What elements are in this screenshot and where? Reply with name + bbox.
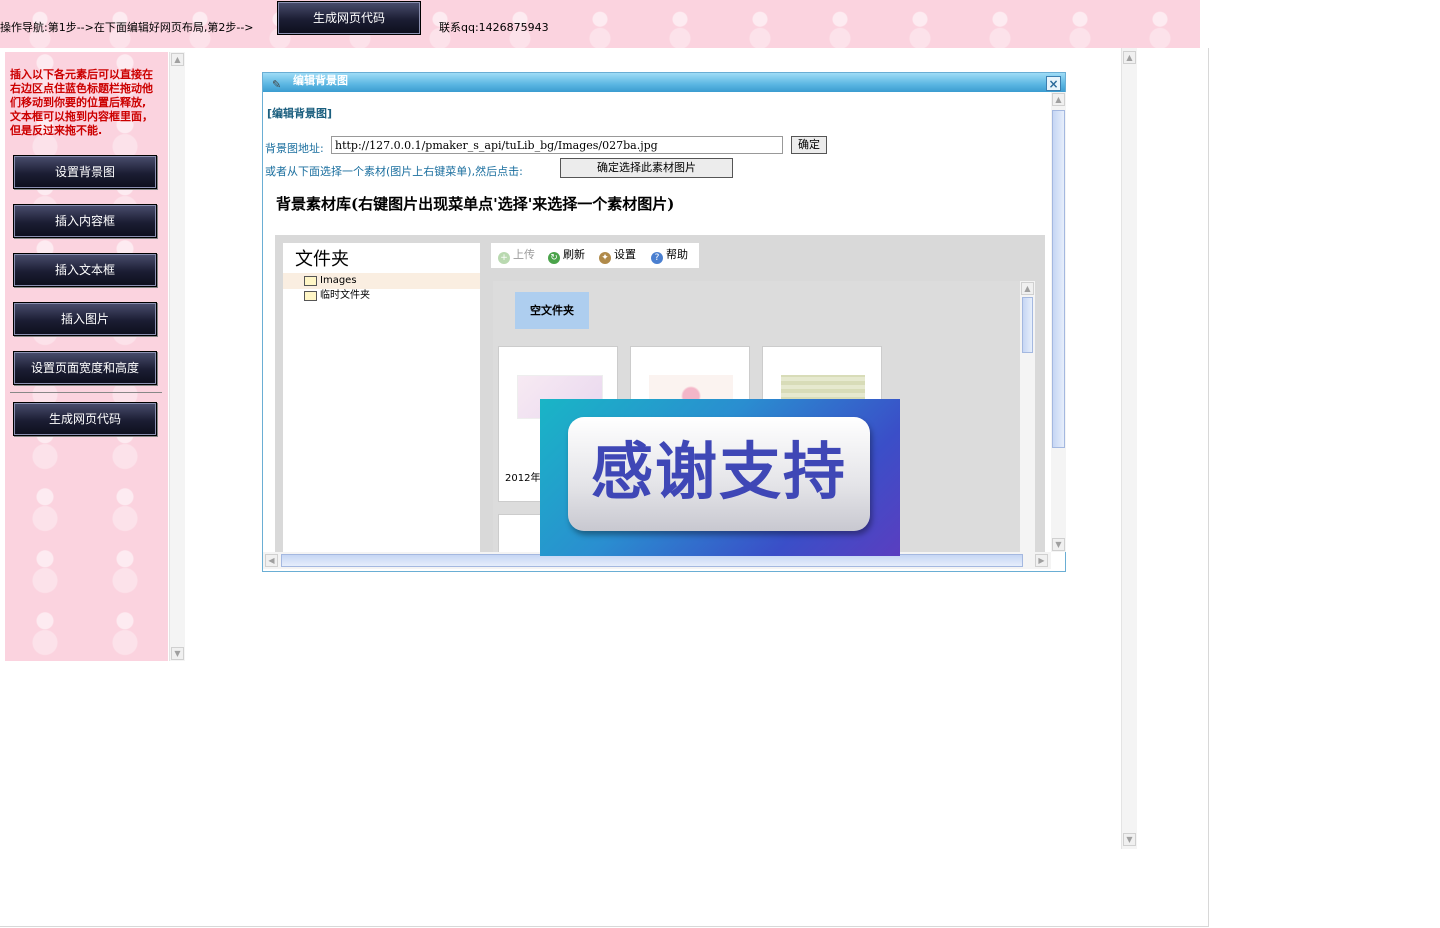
close-icon[interactable]: ×: [1046, 76, 1061, 91]
sidebar-hint: 插入以下各元素后可以直接在右边区点住蓝色标题栏拖动他们移动到你要的位置后释放, …: [10, 68, 153, 137]
insert-image-button[interactable]: 插入图片: [13, 302, 157, 336]
file-manager-toolbar: + 上传 ↻ 刷新 ✦ 设置 ? 帮助: [491, 243, 699, 268]
thumbnail-caption: 2012年: [505, 473, 541, 484]
left-tool-panel: 插入以下各元素后可以直接在右边区点住蓝色标题栏拖动他们移动到你要的位置后释放, …: [5, 52, 168, 661]
left-panel-scrollbar[interactable]: ▲ ▼: [169, 52, 185, 661]
nav-instructions: 操作导航:第1步-->在下面编辑好网页布局,第2步-->: [0, 21, 254, 34]
scroll-up-icon[interactable]: ▲: [1123, 51, 1136, 64]
url-label: 背景图地址:: [265, 142, 324, 155]
folder-label: 临时文件夹: [320, 290, 370, 301]
upload-icon: +: [498, 252, 510, 264]
folder-icon: [304, 291, 317, 301]
folder-tree-title: 文件夹: [295, 249, 349, 270]
confirm-url-button[interactable]: 确定: [791, 136, 827, 154]
scroll-up-icon[interactable]: ▲: [1021, 282, 1034, 295]
set-background-button[interactable]: 设置背景图: [13, 155, 157, 189]
empty-folder-item[interactable]: 空文件夹: [515, 292, 589, 329]
thank-you-text: 感谢支持: [590, 435, 847, 508]
library-title: 背景素材库(右键图片出现菜单点'选择'来选择一个素材图片): [276, 195, 675, 213]
choose-material-button[interactable]: 确定选择此素材图片: [560, 158, 733, 178]
scroll-up-icon[interactable]: ▲: [1052, 93, 1065, 106]
set-page-size-button[interactable]: 设置页面宽度和高度: [13, 351, 157, 385]
folder-label: Images: [320, 275, 357, 286]
scroll-down-icon[interactable]: ▼: [1123, 833, 1136, 846]
scroll-down-icon[interactable]: ▼: [1052, 538, 1065, 551]
dialog-title-bar[interactable]: ✎ 编辑背景图 ×: [263, 73, 1065, 92]
edit-icon: ✎: [272, 78, 282, 91]
folder-tree: 文件夹 Images 临时文件夹: [283, 243, 480, 552]
help-icon: ?: [651, 252, 663, 264]
folder-icon: [304, 276, 317, 286]
sidebar-divider: [10, 392, 162, 393]
scroll-thumb[interactable]: [1022, 297, 1033, 353]
folder-item-temp[interactable]: 临时文件夹: [283, 288, 480, 304]
thank-you-banner: 感谢支持: [540, 399, 900, 556]
dialog-heading: [编辑背景图]: [267, 107, 333, 120]
settings-button[interactable]: ✦ 设置: [599, 248, 636, 264]
scroll-left-icon[interactable]: ◀: [265, 554, 278, 567]
generate-code-button-top[interactable]: 生成网页代码: [277, 1, 421, 35]
refresh-button[interactable]: ↻ 刷新: [548, 248, 585, 264]
upload-button[interactable]: + 上传: [498, 248, 535, 264]
scroll-down-icon[interactable]: ▼: [171, 647, 184, 660]
background-url-input[interactable]: [331, 136, 783, 154]
dialog-title: 编辑背景图: [293, 74, 348, 87]
scroll-right-icon[interactable]: ▶: [1035, 554, 1048, 567]
thumbnail-scrollbar[interactable]: ▲: [1020, 281, 1035, 552]
main-scrollbar[interactable]: ▲ ▼: [1121, 48, 1137, 849]
contact-info: 联系qq:1426875943: [439, 21, 549, 34]
dialog-vertical-scrollbar[interactable]: ▲ ▼: [1051, 92, 1066, 552]
thank-you-plate: 感谢支持: [568, 417, 870, 531]
folder-item-images[interactable]: Images: [283, 273, 480, 289]
insert-content-box-button[interactable]: 插入内容框: [13, 204, 157, 238]
scroll-up-icon[interactable]: ▲: [171, 53, 184, 66]
insert-text-box-button[interactable]: 插入文本框: [13, 253, 157, 287]
refresh-icon: ↻: [548, 252, 560, 264]
top-nav-bar: 操作导航:第1步-->在下面编辑好网页布局,第2步--> 生成网页代码 联系qq…: [0, 0, 1200, 48]
wrench-icon: ✦: [599, 252, 611, 264]
generate-code-button-side[interactable]: 生成网页代码: [13, 402, 157, 436]
scroll-thumb[interactable]: [1052, 110, 1065, 448]
help-button[interactable]: ? 帮助: [651, 248, 688, 264]
choose-instruction: 或者从下面选择一个素材(图片上右键菜单),然后点击:: [265, 165, 523, 178]
